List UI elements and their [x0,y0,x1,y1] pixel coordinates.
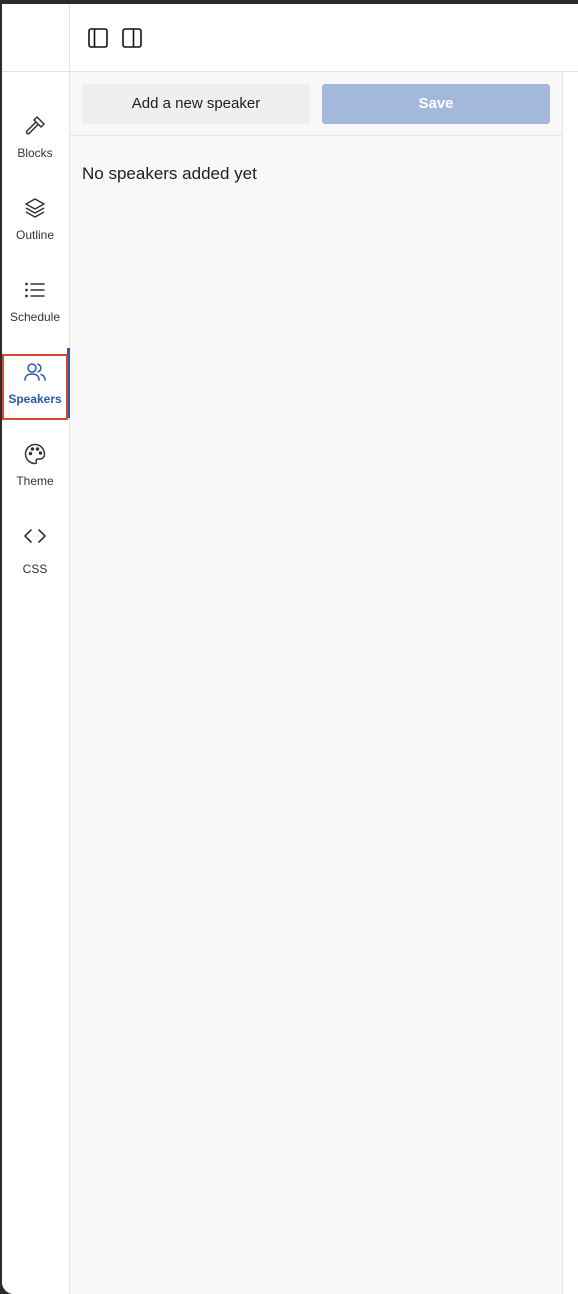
list-icon [25,282,45,298]
rail-item-label: Theme [16,474,54,488]
rail-item-label: Schedule [9,310,61,324]
layers-icon [25,198,45,218]
panel-toolbar: Add a new speaker Save [70,72,562,136]
rail-item-speakers[interactable]: Speakers [2,348,70,418]
sidebar-right-icon [122,27,142,48]
sidebar-left-icon [88,27,108,48]
rail-top-spacer [2,4,69,72]
rail-item-css[interactable]: CSS [2,516,68,582]
toggle-right-sidebar-button[interactable] [121,27,143,49]
speakers-panel: Add a new speaker Save No speakers added… [70,72,562,1294]
empty-state-message: No speakers added yet [82,164,257,183]
app-window: Blocks Outline Schedule Speakers Theme C… [2,4,578,1294]
users-icon [24,363,46,381]
rail-item-label: CSS [22,562,48,576]
rail-item-label: Outline [15,228,55,242]
rail-item-label: Blocks [17,146,53,160]
rail-item-theme[interactable]: Theme [2,434,68,500]
rail-item-schedule[interactable]: Schedule [2,270,68,336]
rail-item-blocks[interactable]: Blocks [2,106,68,172]
save-button[interactable]: Save [322,83,550,124]
side-rail: Blocks Outline Schedule Speakers Theme C… [2,4,70,1294]
add-speaker-button[interactable]: Add a new speaker [82,83,310,124]
rail-item-label: Speakers [8,392,62,406]
hammer-icon [25,116,45,135]
top-header [70,4,578,72]
rail-item-outline[interactable]: Outline [2,188,68,254]
right-gutter [562,72,578,1294]
toggle-left-sidebar-button[interactable] [87,27,109,49]
palette-icon [24,443,46,465]
code-icon [24,529,46,543]
